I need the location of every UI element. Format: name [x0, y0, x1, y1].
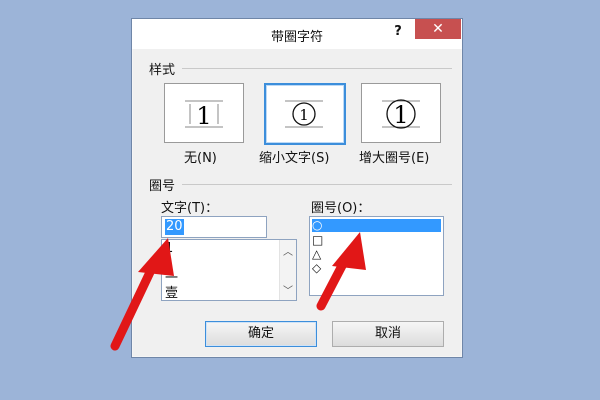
style-shrink-preview: 1	[285, 100, 323, 128]
text-input[interactable]: 20	[161, 216, 267, 238]
ring-list[interactable]: ○ □ △ ◇	[309, 216, 444, 296]
close-button[interactable]: ✕	[415, 19, 461, 39]
ring-list-item-selected[interactable]: ○	[312, 219, 441, 232]
style-none-preview: 1	[185, 100, 223, 130]
dialog-title: 带圈字符	[270, 30, 323, 45]
ring-diamond-icon: ◇	[312, 261, 322, 275]
ring-list-item[interactable]: ◇	[312, 262, 441, 275]
ring-list-item[interactable]: □	[312, 234, 441, 247]
list-item[interactable]: 一	[165, 272, 178, 286]
style-section-label: 样式	[149, 63, 176, 78]
circled-characters-dialog: 带圈字符 ? ✕ 样式 1 1 1 无(N) 缩小文字(S) 增大圈号(E) 圈…	[131, 18, 463, 358]
style-none-glyph: 1	[196, 102, 211, 130]
text-input-value: 20	[165, 219, 184, 235]
style-shrink-glyph: 1	[299, 106, 309, 124]
text-field-label: 文字(T)：	[161, 201, 219, 216]
ring-circle-icon: ○	[312, 218, 323, 232]
close-icon: ✕	[432, 21, 444, 37]
ring-triangle-icon: △	[312, 247, 322, 261]
title-bar: 带圈字符 ? ✕	[132, 19, 462, 49]
list-item[interactable]: 1	[165, 257, 173, 271]
ring-list-item[interactable]: △	[312, 248, 441, 261]
ring-section-label: 圈号	[149, 179, 176, 194]
ring-field-label: 圈号(O)：	[311, 201, 371, 216]
scroll-down-icon[interactable]: ﹀	[280, 282, 296, 297]
text-list[interactable]: 1 1 一 壹 ︿ ﹀	[161, 239, 297, 301]
text-list-scrollbar[interactable]: ︿ ﹀	[279, 240, 296, 300]
list-item[interactable]: 1	[165, 242, 173, 256]
style-shrink-label: 缩小文字(S)	[259, 151, 330, 166]
style-separator	[182, 68, 452, 69]
help-button[interactable]: ?	[388, 22, 408, 42]
style-shrink-option[interactable]: 1	[264, 83, 346, 145]
list-item[interactable]: 壹	[165, 287, 178, 301]
scroll-up-icon[interactable]: ︿	[280, 243, 296, 258]
ring-square-icon: □	[312, 233, 324, 247]
style-enlarge-label: 增大圈号(E)	[359, 151, 430, 166]
style-enlarge-option[interactable]: 1	[361, 83, 441, 143]
style-enlarge-preview: 1	[382, 99, 420, 129]
style-none-option[interactable]: 1	[164, 83, 244, 143]
cancel-button[interactable]: 取消	[332, 321, 444, 347]
ok-button[interactable]: 确定	[205, 321, 317, 347]
style-enlarge-glyph: 1	[393, 101, 408, 129]
style-none-label: 无(N)	[184, 151, 217, 166]
ring-separator	[182, 184, 452, 185]
